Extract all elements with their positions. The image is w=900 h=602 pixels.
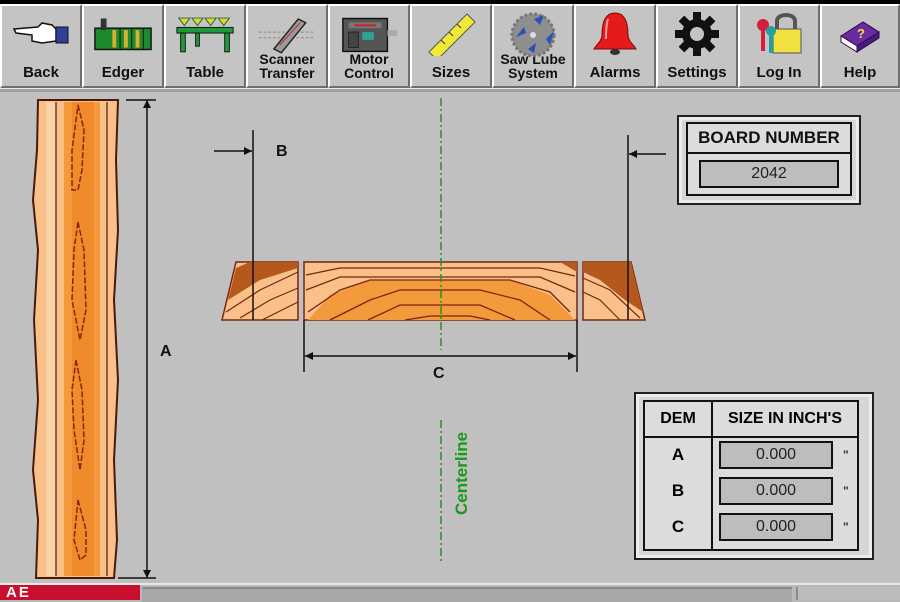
dimensions-header: DEM SIZE IN INCH'S <box>645 402 857 438</box>
board-number-title: BOARD NUMBER <box>688 124 850 154</box>
dimension-value-field: 0.000 <box>719 513 833 541</box>
company-logo: AE <box>0 585 140 601</box>
dimension-c-label: C <box>433 365 445 382</box>
board-number-value: 2042 <box>699 160 839 188</box>
centerline-label: Centerline <box>452 431 471 515</box>
dimension-b-arrow-right <box>629 150 637 158</box>
dimension-b-arrow-left <box>244 147 252 155</box>
board-number-box: BOARD NUMBER 2042 <box>686 122 852 196</box>
board-side-view <box>31 99 120 579</box>
inch-unit-mark: " <box>843 484 849 498</box>
size-column-header: SIZE IN INCH'S <box>727 410 843 427</box>
dimension-key: B <box>671 481 685 500</box>
inch-unit-mark: " <box>843 448 849 462</box>
inch-unit-mark: " <box>843 520 849 534</box>
dimension-row-c: C 0.000 " <box>645 512 900 542</box>
dimension-value-field: 0.000 <box>719 441 833 469</box>
board-number-panel: BOARD NUMBER 2042 <box>677 115 861 205</box>
dem-column-header: DEM <box>645 402 713 436</box>
dimension-a-label: A <box>160 343 172 360</box>
dimensions-table: DEM SIZE IN INCH'S A 0.000 " B 0.000 " C… <box>643 400 859 551</box>
dimension-key: C <box>671 517 685 536</box>
dimension-a-arrow-bottom <box>143 570 151 578</box>
dimension-value-field: 0.000 <box>719 477 833 505</box>
dimension-row-b: B 0.000 " <box>645 476 900 506</box>
dimensions-panel: DEM SIZE IN INCH'S A 0.000 " B 0.000 " C… <box>634 392 874 560</box>
dimension-c-arrow-right <box>568 352 576 360</box>
dimension-a-arrow-top <box>143 100 151 108</box>
dimension-key: A <box>671 445 685 464</box>
dimension-row-a: A 0.000 " <box>645 440 900 470</box>
board-cross-section <box>221 261 646 321</box>
dimension-a-line <box>118 99 156 579</box>
status-clock-area <box>796 587 900 600</box>
dimension-b-label: B <box>276 143 288 160</box>
dimension-c-arrow-left <box>305 352 313 360</box>
